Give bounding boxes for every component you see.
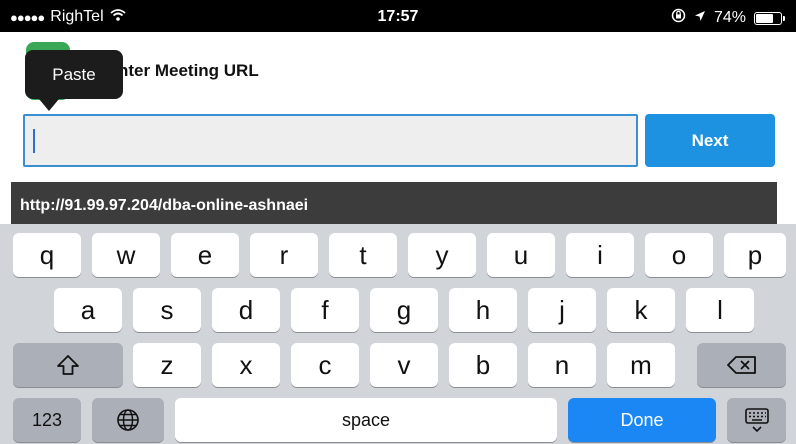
key-n[interactable]: n bbox=[528, 343, 596, 387]
key-w[interactable]: w bbox=[92, 233, 160, 277]
key-v[interactable]: v bbox=[370, 343, 438, 387]
battery-percent: 74% bbox=[713, 9, 746, 26]
key-c[interactable]: c bbox=[291, 343, 359, 387]
globe-icon bbox=[117, 409, 139, 431]
rotation-lock-icon bbox=[671, 8, 686, 28]
key-u[interactable]: u bbox=[487, 233, 555, 277]
keyboard-dismiss-icon bbox=[744, 408, 769, 433]
text-caret bbox=[33, 129, 35, 153]
url-suggestion[interactable]: http://91.99.97.204/dba-online-ashnaei bbox=[11, 182, 777, 230]
key-f[interactable]: f bbox=[291, 288, 359, 332]
key-r[interactable]: r bbox=[250, 233, 318, 277]
key-h[interactable]: h bbox=[449, 288, 517, 332]
keyboard-dismiss-key[interactable] bbox=[727, 398, 786, 442]
key-y[interactable]: y bbox=[408, 233, 476, 277]
key-g[interactable]: g bbox=[370, 288, 438, 332]
next-button[interactable]: Next bbox=[645, 114, 775, 167]
numbers-key[interactable]: 123 bbox=[13, 398, 81, 442]
key-t[interactable]: t bbox=[329, 233, 397, 277]
key-s[interactable]: s bbox=[133, 288, 201, 332]
battery-icon bbox=[754, 11, 785, 25]
space-key[interactable]: space bbox=[175, 398, 557, 442]
key-d[interactable]: d bbox=[212, 288, 280, 332]
meeting-url-input[interactable] bbox=[23, 114, 638, 167]
key-k[interactable]: k bbox=[607, 288, 675, 332]
key-l[interactable]: l bbox=[686, 288, 754, 332]
key-q[interactable]: q bbox=[13, 233, 81, 277]
key-m[interactable]: m bbox=[607, 343, 675, 387]
key-i[interactable]: i bbox=[566, 233, 634, 277]
page-title: nter Meeting URL bbox=[118, 61, 259, 80]
key-z[interactable]: z bbox=[133, 343, 201, 387]
globe-key[interactable] bbox=[92, 398, 164, 442]
key-x[interactable]: x bbox=[212, 343, 280, 387]
done-key[interactable]: Done bbox=[568, 398, 716, 442]
backspace-key[interactable] bbox=[697, 343, 786, 387]
status-right: 74% bbox=[671, 8, 785, 28]
shift-key[interactable] bbox=[13, 343, 123, 387]
key-j[interactable]: j bbox=[528, 288, 596, 332]
battery-fill bbox=[756, 13, 773, 23]
keyboard: q w e r t y u i o p a s d f g h j k l z … bbox=[0, 224, 796, 444]
key-b[interactable]: b bbox=[449, 343, 517, 387]
status-bar: ●●●●● RighTel 17:57 74% bbox=[0, 0, 796, 32]
paste-tooltip[interactable]: Paste bbox=[25, 50, 123, 111]
key-e[interactable]: e bbox=[171, 233, 239, 277]
shift-icon bbox=[57, 355, 79, 375]
key-p[interactable]: p bbox=[724, 233, 786, 277]
key-a[interactable]: a bbox=[54, 288, 122, 332]
location-arrow-icon bbox=[694, 9, 706, 27]
key-o[interactable]: o bbox=[645, 233, 713, 277]
backspace-icon bbox=[726, 356, 756, 374]
